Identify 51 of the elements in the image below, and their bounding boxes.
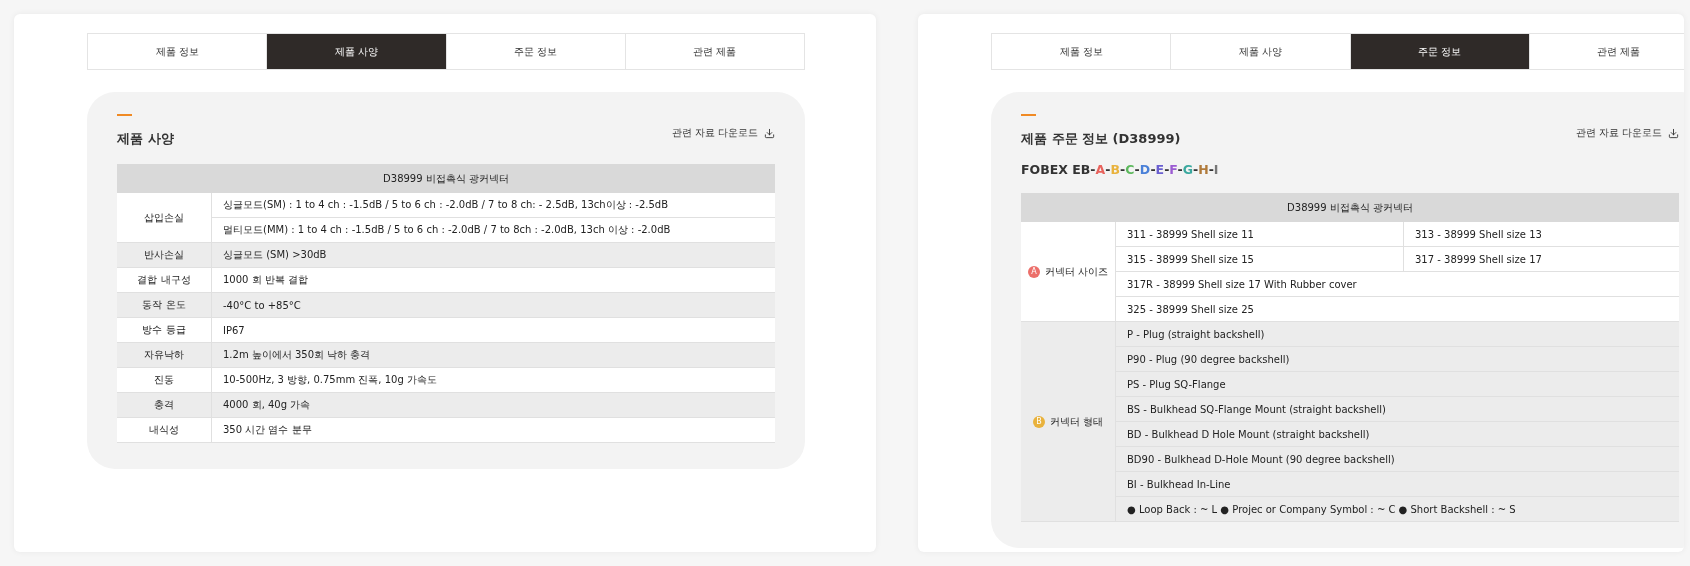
table-cell: 4000 회, 40g 가속	[211, 392, 775, 418]
letter-marker: A	[1027, 265, 1040, 278]
table-cell: BD90 - Bulkhead D-Hole Mount (90 degree backshell)	[1115, 446, 1679, 472]
row-header: 결합 내구성	[117, 267, 212, 293]
table-cell: 1000 회 반복 결합	[211, 267, 775, 293]
table-cell: P90 - Plug (90 degree backshell)	[1115, 346, 1679, 372]
order-code: FOBEX EB-A-B-C-D-E-F-G-H-I	[1021, 162, 1220, 177]
table-cell: P - Plug (straight backshell)	[1115, 321, 1679, 347]
table-cell: BI - Bulkhead In-Line	[1115, 471, 1679, 497]
accent-line	[1021, 114, 1036, 116]
row-header: 방수 등급	[117, 317, 212, 343]
row-header: 삽입손실	[117, 193, 212, 243]
download-icon	[1668, 127, 1679, 139]
tab[interactable]: 제품 사양	[266, 34, 446, 69]
table-cell: PS - Plug SQ-Flange	[1115, 371, 1679, 397]
accent-line	[117, 114, 132, 116]
row-label: 커넥터 형태	[1049, 414, 1104, 429]
section-title: 제품 주문 정보 (D38999)	[1021, 130, 1181, 148]
table-cell: BS - Bulkhead SQ-Flange Mount (straight backshell)	[1115, 396, 1679, 422]
row-header: 진동	[117, 367, 212, 393]
table-header: D38999 비접촉식 광커넥터	[117, 164, 775, 193]
row-header: 자유낙하	[117, 342, 212, 368]
table-cell: IP67	[211, 317, 775, 343]
table-cell: 311 - 38999 Shell size 11	[1115, 222, 1404, 247]
download-link[interactable]: 관련 자료 다운로드	[671, 126, 775, 140]
row-label: 커넥터 사이즈	[1044, 264, 1109, 279]
table-cell: ● Loop Back : ~ L ● Projec or Company Symbol : ~ C ● Short Backshell : ~ S	[1115, 496, 1679, 522]
download-icon	[764, 127, 775, 139]
letter-marker: B	[1032, 415, 1045, 428]
table-cell: 325 - 38999 Shell size 25	[1115, 296, 1679, 322]
table-cell: 315 - 38999 Shell size 15	[1115, 246, 1404, 272]
row-header: 반사손실	[117, 242, 212, 268]
row-header: 내식성	[117, 417, 212, 443]
table-cell: 10-500Hz, 3 방향, 0.75mm 진폭, 10g 가속도	[211, 367, 775, 393]
section-title: 제품 사양	[117, 130, 174, 148]
table-cell: 350 시간 염수 분무	[211, 417, 775, 443]
table-cell: 싱글모드 (SM) >30dB	[211, 242, 775, 268]
table-cell: -40°C to +85°C	[211, 292, 775, 318]
table-cell: 317R - 38999 Shell size 17 With Rubber cover	[1115, 271, 1679, 297]
table-cell: BD - Bulkhead D Hole Mount (straight backshell)	[1115, 421, 1679, 447]
table-cell: 싱글모드(SM) : 1 to 4 ch : -1.5dB / 5 to 6 ch : -2.0dB / 7 to 8 ch: - 2.5dB, 13ch이상 : -2.5dB	[211, 193, 775, 218]
table-cell: 313 - 38999 Shell size 13	[1403, 222, 1679, 247]
download-link[interactable]: 관련 자료 다운로드	[1575, 126, 1679, 140]
row-header: 동작 온도	[117, 292, 212, 318]
table-header: D38999 비접촉식 광커넥터	[1021, 193, 1679, 222]
table-cell: 멀티모드(MM) : 1 to 4 ch : -1.5dB / 5 to 6 ch : -2.0dB / 7 to 8ch : -2.0dB, 13ch 이상 : -2.0dB	[211, 217, 775, 243]
tab[interactable]: 관련 제품	[1528, 34, 1684, 69]
table-cell: 1.2m 높이에서 350회 낙하 충격	[211, 342, 775, 368]
tab[interactable]: 주문 정보	[1349, 34, 1529, 69]
table-cell: 317 - 38999 Shell size 17	[1403, 246, 1679, 272]
row-header: 충격	[117, 392, 212, 418]
